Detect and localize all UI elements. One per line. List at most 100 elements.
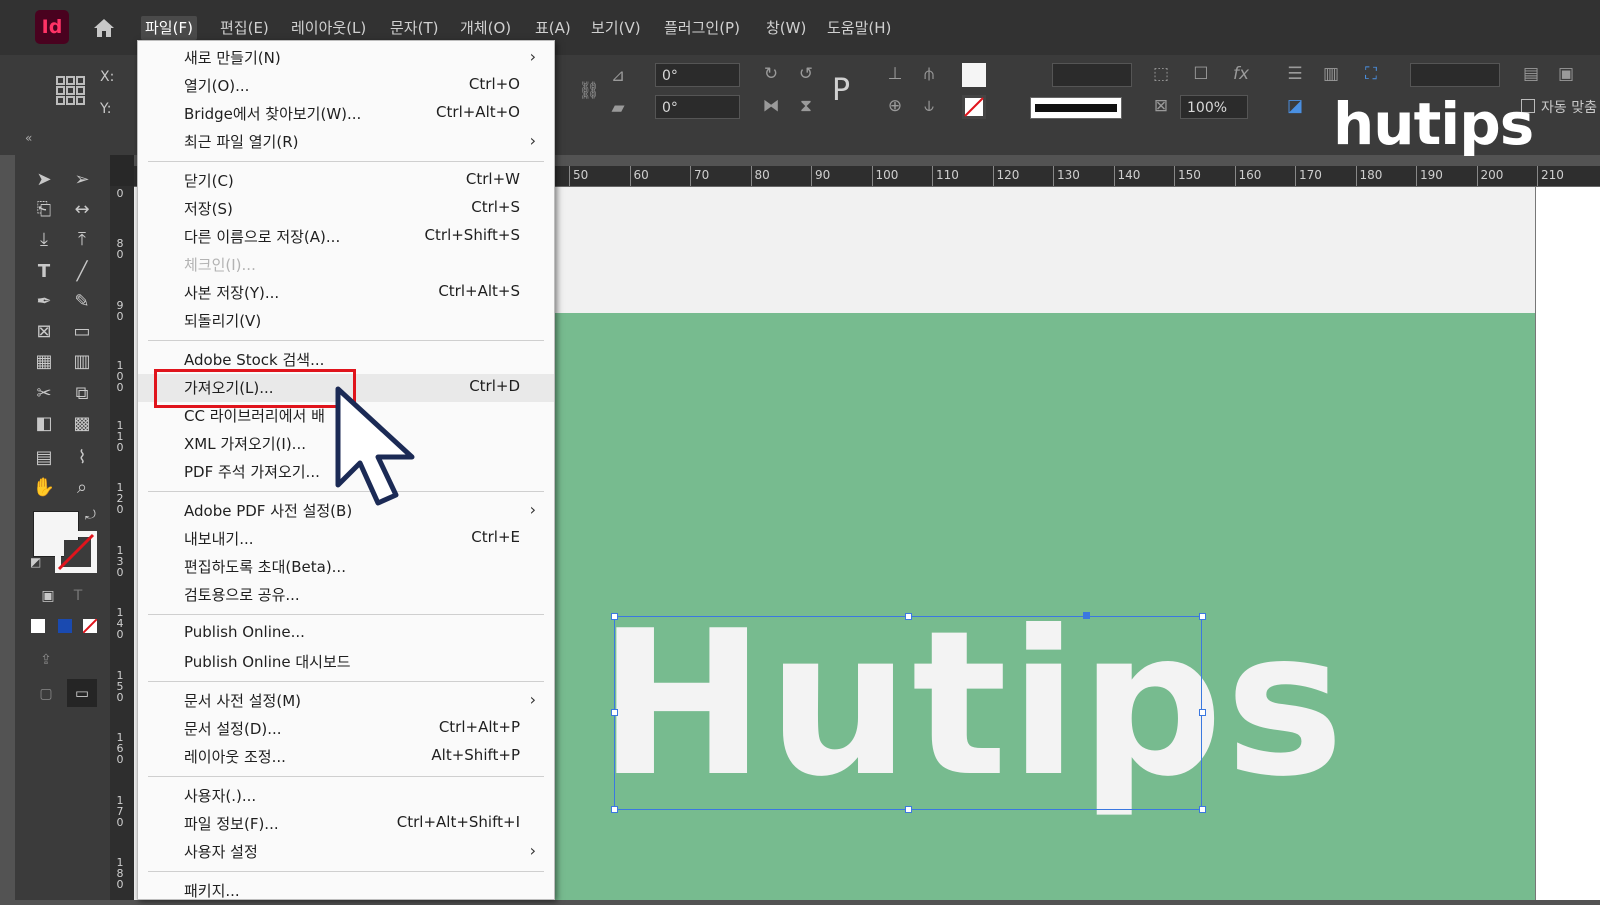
collapse-icon[interactable]: « xyxy=(25,131,32,145)
menu-file[interactable]: 파일(F) xyxy=(141,16,197,40)
gradient-swatch-tool-icon[interactable]: ◧ xyxy=(31,411,57,437)
menu-window[interactable]: 창(W) xyxy=(762,16,810,40)
fill-swatch[interactable] xyxy=(962,63,986,87)
file-menu-item[interactable]: 문서 설정(D)... Ctrl+Alt+P xyxy=(138,715,554,743)
frame-handle-bm[interactable] xyxy=(905,806,912,813)
rectangle-frame-tool-icon[interactable]: ⊠ xyxy=(31,319,57,345)
select-container-icon[interactable]: ⬚ xyxy=(1150,63,1172,85)
menu-view[interactable]: 보기(V) xyxy=(587,16,645,40)
flip-horizontal-icon[interactable]: ⧓ xyxy=(760,95,782,117)
scissors-tool-icon[interactable]: ✂ xyxy=(31,381,57,407)
columns-icon[interactable]: ▥ xyxy=(1320,63,1342,85)
formatting-container-icon[interactable]: ▣ xyxy=(35,583,61,609)
file-menu-item[interactable]: 새로 만들기(N) › xyxy=(138,44,554,72)
menu-help[interactable]: 도움말(H) xyxy=(823,16,895,40)
apply-gradient-icon[interactable] xyxy=(58,619,72,633)
menu-plugins[interactable]: 플러그인(P) xyxy=(660,16,744,40)
pencil-tool-icon[interactable]: ✎ xyxy=(69,289,95,315)
file-menu-item[interactable]: 패키지... xyxy=(138,877,554,905)
file-menu-item[interactable]: 닫기(C) Ctrl+W xyxy=(138,167,554,195)
file-menu-item[interactable]: 사본 저장(Y)... Ctrl+Alt+S xyxy=(138,279,554,307)
file-menu-item[interactable]: 다른 이름으로 저장(A)... Ctrl+Shift+S xyxy=(138,223,554,251)
distribute-center-icon[interactable]: ⫝ xyxy=(918,95,940,117)
frame-handle-mr[interactable] xyxy=(1199,709,1206,716)
rotate-ccw-icon[interactable]: ↺ xyxy=(795,63,817,85)
grid-tool-icon[interactable]: ▥ xyxy=(69,349,95,375)
rotate-angle-field[interactable]: 0° xyxy=(655,63,740,87)
file-menu-item[interactable]: Publish Online 대시보드 xyxy=(138,648,554,676)
file-menu-item[interactable]: Publish Online... xyxy=(138,620,554,648)
rotate-cw-icon[interactable]: ↻ xyxy=(760,63,782,85)
vertical-ruler[interactable] xyxy=(110,186,134,900)
text-wrap-icon[interactable]: ☰ xyxy=(1284,63,1306,85)
normal-view-icon[interactable]: ▢ xyxy=(33,681,59,707)
frame-handle-tl[interactable] xyxy=(611,613,618,620)
file-menu-item[interactable]: 저장(S) Ctrl+S xyxy=(138,195,554,223)
stroke-swatch-none-icon[interactable] xyxy=(962,95,986,119)
file-menu-item[interactable]: 열기(O)... Ctrl+O xyxy=(138,72,554,100)
pen-tool-icon[interactable]: ✒ xyxy=(31,289,57,315)
home-icon[interactable] xyxy=(92,17,116,39)
flip-vertical-icon[interactable]: ⧗ xyxy=(795,95,817,117)
file-menu-item[interactable]: 편집하도록 초대(Beta)... xyxy=(138,553,554,581)
gap-tool-icon[interactable]: ↔ xyxy=(69,197,95,223)
selection-tool-icon[interactable]: ➤ xyxy=(31,167,57,193)
file-menu-item[interactable]: 내보내기... Ctrl+E xyxy=(138,525,554,553)
free-transform-tool-icon[interactable]: ⧉ xyxy=(69,381,95,407)
file-menu-item[interactable]: 사용자(.)... xyxy=(138,782,554,810)
file-menu-item[interactable]: 사용자 설정 › xyxy=(138,838,554,866)
stroke-color-swatch[interactable] xyxy=(55,531,97,573)
line-tool-icon[interactable]: ╱ xyxy=(69,259,95,285)
gutter-field[interactable] xyxy=(1410,63,1500,87)
direct-selection-tool-icon[interactable]: ➢ xyxy=(69,167,95,193)
file-menu-item[interactable]: 파일 정보(F)... Ctrl+Alt+Shift+I xyxy=(138,810,554,838)
note-tool-icon[interactable]: ▤ xyxy=(31,445,57,471)
frame-handle-tr[interactable] xyxy=(1199,613,1206,620)
file-menu-item[interactable]: 최근 파일 열기(R) › xyxy=(138,128,554,156)
reference-point-icon[interactable] xyxy=(55,75,87,107)
file-menu-item[interactable]: 레이아웃 조정... Alt+Shift+P xyxy=(138,743,554,771)
menu-layout[interactable]: 레이아웃(L) xyxy=(287,16,370,40)
gradient-feather-tool-icon[interactable]: ▩ xyxy=(69,411,95,437)
frame-handle-bl[interactable] xyxy=(611,806,618,813)
stroke-type-select[interactable] xyxy=(1030,97,1122,119)
swap-colors-icon[interactable]: ⤾ xyxy=(85,508,96,523)
type-tool-icon[interactable]: T xyxy=(31,259,57,285)
text-frame-selection[interactable] xyxy=(614,616,1202,810)
align-center-icon[interactable]: ⊕ xyxy=(884,95,906,117)
frame-handle-tm[interactable] xyxy=(905,613,912,620)
apply-none-icon[interactable] xyxy=(83,619,97,633)
align-top-icon[interactable]: ⊥ xyxy=(884,63,906,85)
share-icon[interactable]: ⇪ xyxy=(33,647,59,673)
page-tool-icon[interactable]: ⎗ xyxy=(31,197,57,223)
apply-color-icon[interactable] xyxy=(31,619,45,633)
effects-fx-icon[interactable]: fx xyxy=(1230,63,1252,85)
file-menu-item[interactable]: 문서 사전 설정(M) › xyxy=(138,687,554,715)
formatting-text-icon[interactable]: T xyxy=(65,583,91,609)
fit-content-icon[interactable]: ▣ xyxy=(1555,63,1577,85)
default-colors-icon[interactable]: ◩ xyxy=(30,555,41,569)
menu-object[interactable]: 개체(O) xyxy=(456,16,515,40)
frame-handle-ml[interactable] xyxy=(611,709,618,716)
stroke-weight-field[interactable] xyxy=(1052,63,1132,87)
content-collector-icon[interactable]: ⤓ xyxy=(31,227,57,253)
menu-type[interactable]: 문자(T) xyxy=(386,16,442,40)
screen-mode-icon[interactable]: ▭ xyxy=(67,679,97,707)
select-content-icon[interactable]: ☐ xyxy=(1190,63,1212,85)
fit-frame-icon[interactable]: ▤ xyxy=(1520,63,1542,85)
menu-table[interactable]: 표(A) xyxy=(531,16,575,40)
distribute-icon[interactable]: ⫛ xyxy=(918,63,940,85)
content-fit-icon[interactable]: ◪ xyxy=(1284,95,1306,117)
file-menu-item[interactable]: 되돌리기(V) xyxy=(138,307,554,335)
opacity-field[interactable]: 100% xyxy=(1180,95,1248,119)
zoom-tool-icon[interactable]: ⌕ xyxy=(69,475,95,501)
file-menu-item[interactable]: Bridge에서 찾아보기(W)... Ctrl+Alt+O xyxy=(138,100,554,128)
text-frame-icon[interactable]: P xyxy=(832,73,850,108)
frame-handle-inport[interactable] xyxy=(1083,612,1090,619)
rectangle-tool-icon[interactable]: ▭ xyxy=(69,319,95,345)
constrain-link-icon[interactable]: ⛓ xyxy=(578,80,600,102)
frame-handle-br[interactable] xyxy=(1199,806,1206,813)
auto-fit-grid-icon[interactable]: ⛶ xyxy=(1360,63,1382,85)
content-placer-icon[interactable]: ⤒ xyxy=(69,227,95,253)
shear-angle-field[interactable]: 0° xyxy=(655,95,740,119)
